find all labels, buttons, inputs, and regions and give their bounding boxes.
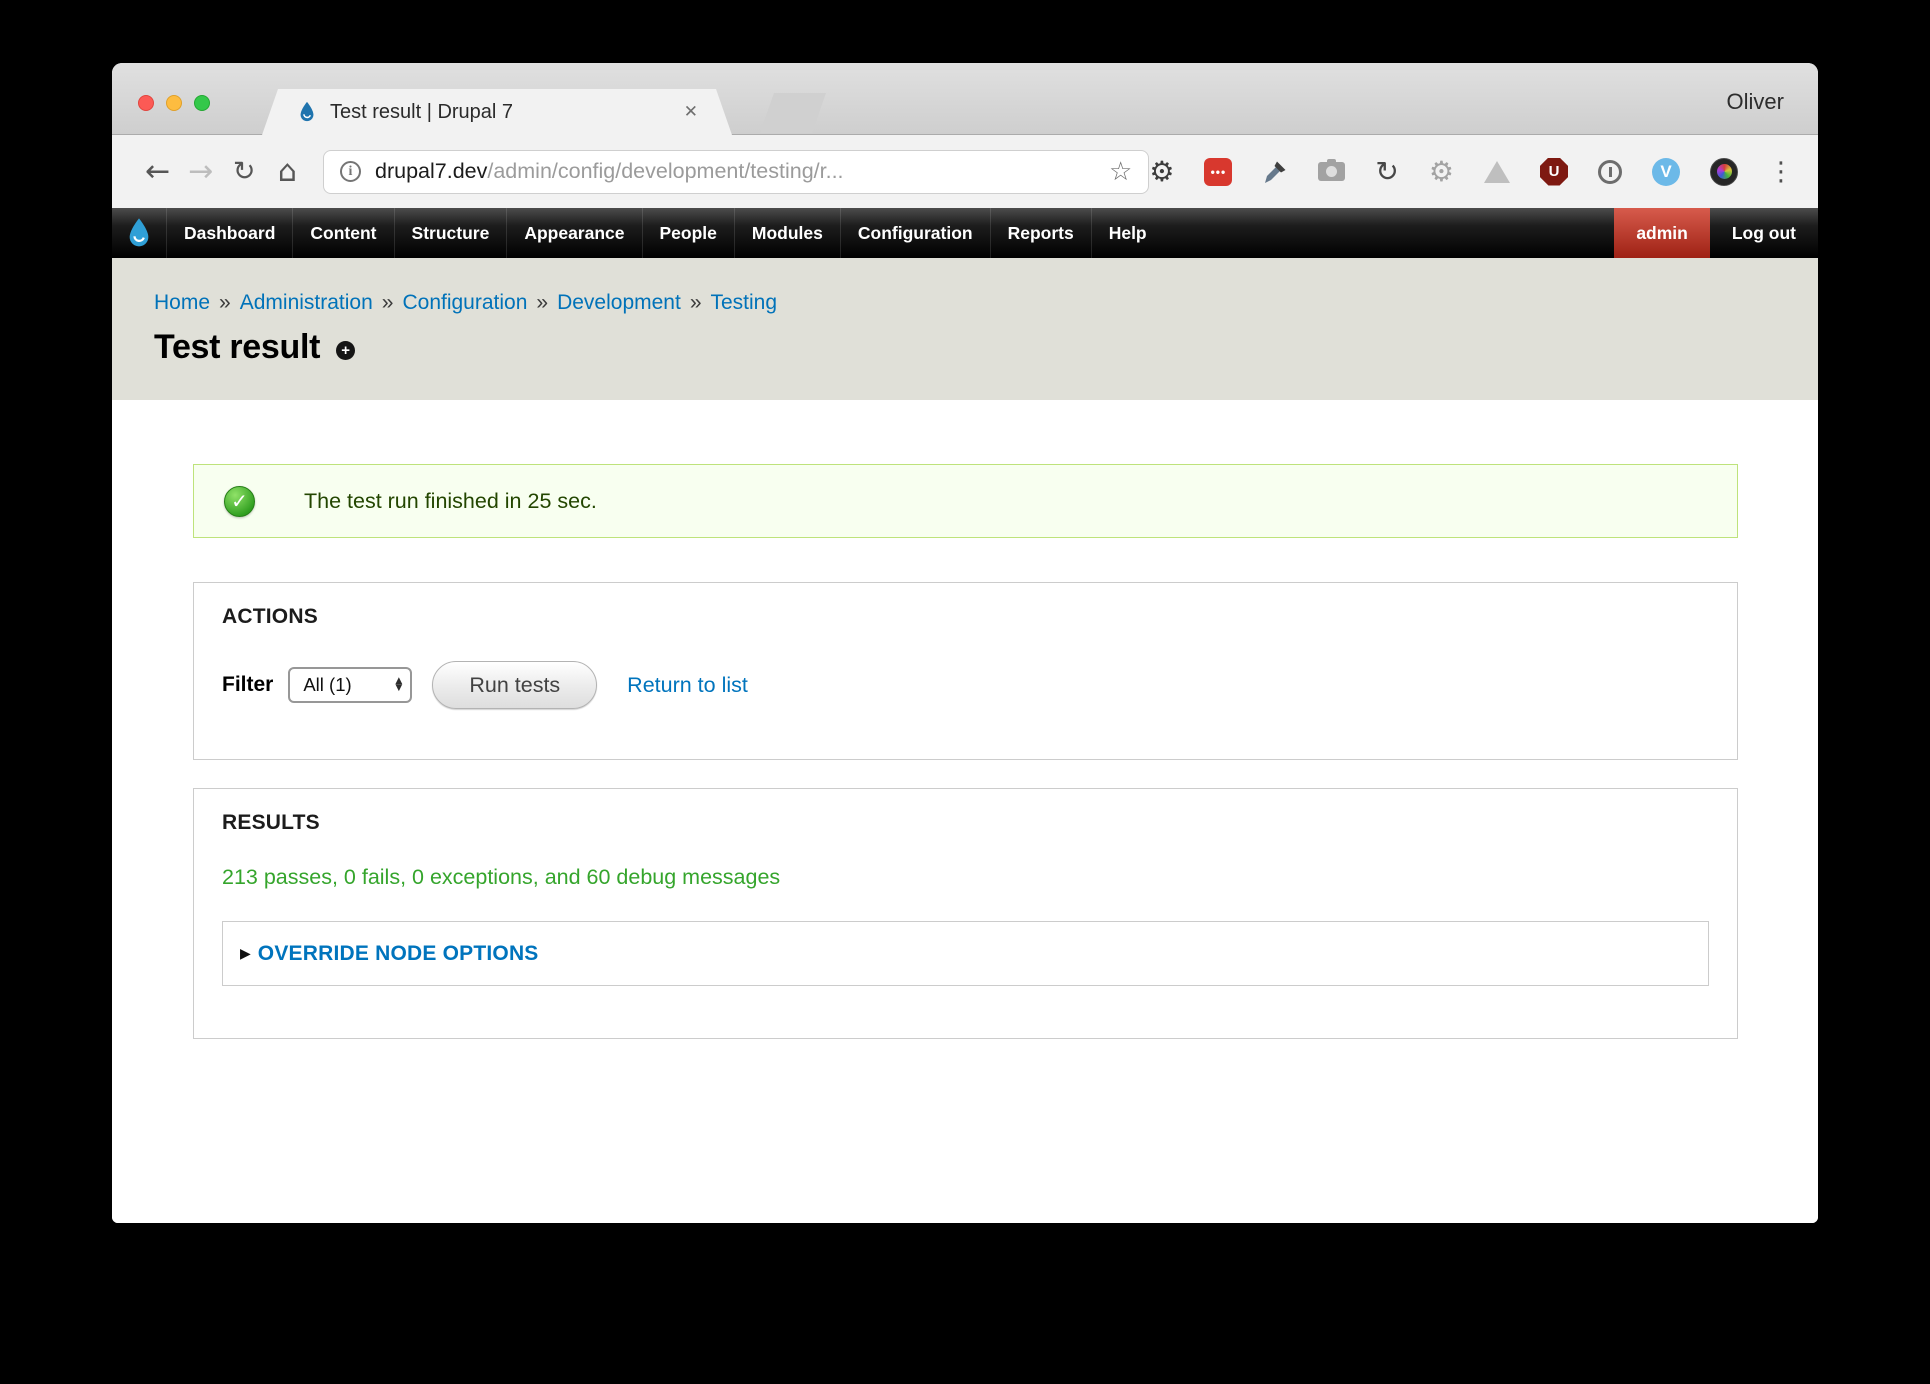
main-content: ✓ The test run finished in 25 sec. ACTIO…: [112, 400, 1818, 1223]
toolbar-item-reports[interactable]: Reports: [990, 208, 1091, 258]
results-summary: 213 passes, 0 fails, 0 exceptions, and 6…: [222, 865, 780, 890]
browser-window: Test result | Drupal 7 ✕ Oliver ← → ↻ ⌂ …: [112, 63, 1818, 1223]
vimium-icon[interactable]: V: [1652, 158, 1680, 186]
toolbar-item-configuration[interactable]: Configuration: [840, 208, 990, 258]
browser-tab[interactable]: Test result | Drupal 7 ✕: [262, 89, 732, 135]
session-sync-icon[interactable]: ↻: [1375, 158, 1398, 186]
breadcrumb-administration[interactable]: Administration: [240, 291, 373, 315]
disabled-gear-icon[interactable]: ⚙: [1429, 158, 1454, 186]
add-shortcut-icon[interactable]: +: [336, 341, 355, 360]
extensions-row: ⚙ ••• ↻ ⚙ U V ⋮: [1149, 158, 1794, 186]
camera-lens-icon[interactable]: [1710, 158, 1738, 186]
eyedropper-icon[interactable]: [1262, 159, 1288, 185]
page-header: Home » Administration » Configuration » …: [112, 258, 1818, 400]
breadcrumb-separator: »: [690, 291, 702, 315]
toolbar-item-modules[interactable]: Modules: [734, 208, 840, 258]
breadcrumb-development[interactable]: Development: [557, 291, 681, 315]
breadcrumb-configuration[interactable]: Configuration: [402, 291, 527, 315]
override-node-options-link[interactable]: OVERRIDE NODE OPTIONS: [258, 942, 539, 966]
results-fieldset: RESULTS 213 passes, 0 fails, 0 exception…: [193, 788, 1738, 1039]
close-window-button[interactable]: [138, 95, 154, 111]
settings-gear-icon[interactable]: ⚙: [1149, 158, 1174, 186]
browser-menu-icon[interactable]: ⋮: [1768, 159, 1794, 185]
page-title: Test result: [154, 328, 320, 367]
actions-row: Filter All (1) ▲ ▼ Run tests Return to l…: [222, 661, 748, 709]
new-tab-button[interactable]: [760, 93, 826, 133]
toolbar-item-appearance[interactable]: Appearance: [506, 208, 641, 258]
tab-strip: Test result | Drupal 7 ✕ Oliver: [112, 63, 1818, 135]
address-bar[interactable]: i drupal7.dev/admin/config/development/t…: [323, 150, 1149, 194]
reload-icon[interactable]: ↻: [223, 158, 266, 185]
tab-close-icon[interactable]: ✕: [684, 102, 698, 122]
drupal-admin-toolbar: Dashboard Content Structure Appearance P…: [112, 208, 1818, 258]
success-check-icon: ✓: [224, 486, 255, 517]
status-message-text: The test run finished in 25 sec.: [304, 489, 597, 514]
google-drive-icon[interactable]: [1484, 161, 1510, 183]
url-text[interactable]: drupal7.dev/admin/config/development/tes…: [375, 159, 844, 184]
minimize-window-button[interactable]: [166, 95, 182, 111]
actions-legend: ACTIONS: [222, 605, 318, 629]
toolbar-item-structure[interactable]: Structure: [394, 208, 507, 258]
drupal-favicon: [296, 101, 318, 123]
tab-title: Test result | Drupal 7: [330, 101, 670, 124]
browser-toolbar: ← → ↻ ⌂ i drupal7.dev/admin/config/devel…: [112, 135, 1818, 208]
ublock-origin-icon[interactable]: U: [1540, 158, 1568, 186]
browser-profile-name[interactable]: Oliver: [1727, 89, 1784, 115]
back-icon[interactable]: ←: [136, 157, 179, 187]
forward-icon[interactable]: →: [179, 157, 222, 187]
return-to-list-link[interactable]: Return to list: [627, 673, 748, 698]
drupal-logo[interactable]: [112, 208, 166, 258]
toolbar-user-admin[interactable]: admin: [1614, 208, 1710, 258]
filter-label: Filter: [222, 673, 273, 697]
toolbar-right: admin Log out: [1614, 208, 1818, 258]
actions-fieldset: ACTIONS Filter All (1) ▲ ▼ Run tests Ret…: [193, 582, 1738, 760]
select-arrows-icon: ▲ ▼: [395, 678, 402, 692]
breadcrumb: Home » Administration » Configuration » …: [154, 291, 777, 315]
collapsed-arrow-icon: ▶: [240, 946, 251, 962]
site-info-icon[interactable]: i: [340, 161, 361, 182]
run-tests-button[interactable]: Run tests: [432, 661, 597, 709]
breadcrumb-home[interactable]: Home: [154, 291, 210, 315]
title-row: Test result +: [154, 328, 355, 367]
toolbar-item-people[interactable]: People: [642, 208, 734, 258]
breadcrumb-testing[interactable]: Testing: [711, 291, 778, 315]
filter-select[interactable]: All (1) ▲ ▼: [288, 667, 412, 703]
filter-select-value: All (1): [303, 674, 351, 696]
toolbar-item-content[interactable]: Content: [292, 208, 393, 258]
lastpass-icon[interactable]: •••: [1204, 158, 1232, 186]
window-controls: [138, 95, 210, 111]
toolbar-item-help[interactable]: Help: [1091, 208, 1164, 258]
password-key-icon[interactable]: [1598, 160, 1622, 184]
status-message: ✓ The test run finished in 25 sec.: [193, 464, 1738, 538]
home-icon[interactable]: ⌂: [266, 157, 309, 187]
override-node-options-fieldset[interactable]: ▶ OVERRIDE NODE OPTIONS: [222, 921, 1709, 986]
url-host: drupal7.dev: [375, 159, 487, 183]
breadcrumb-separator: »: [382, 291, 394, 315]
results-legend: RESULTS: [222, 811, 320, 835]
breadcrumb-separator: »: [219, 291, 231, 315]
bookmark-star-icon[interactable]: ☆: [1109, 159, 1132, 185]
toolbar-logout[interactable]: Log out: [1710, 208, 1818, 258]
screenshot-camera-icon[interactable]: [1318, 162, 1345, 181]
url-path: /admin/config/development/testing/r...: [487, 159, 843, 183]
zoom-window-button[interactable]: [194, 95, 210, 111]
toolbar-item-dashboard[interactable]: Dashboard: [166, 208, 292, 258]
breadcrumb-separator: »: [536, 291, 548, 315]
